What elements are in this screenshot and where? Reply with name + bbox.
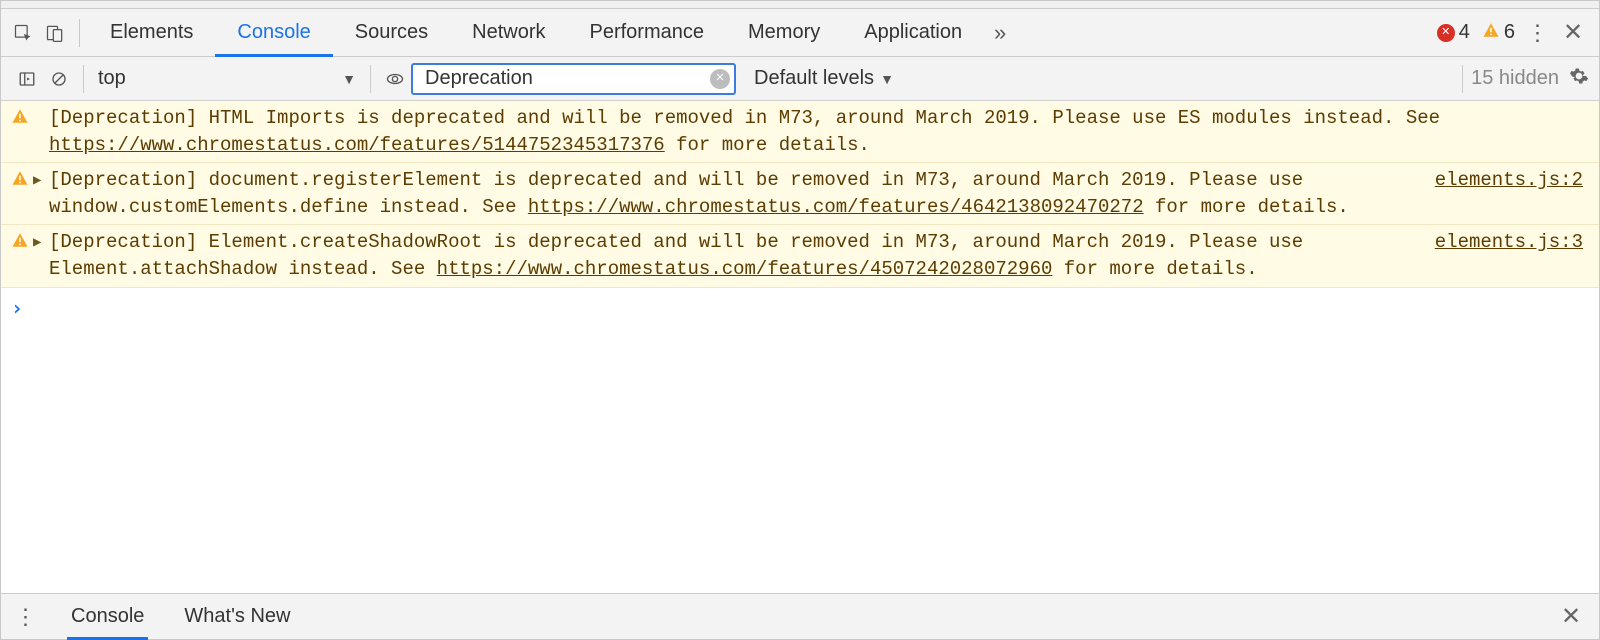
tab-sources[interactable]: Sources [333, 9, 450, 56]
console-filter-input[interactable] [411, 63, 736, 95]
tab-console[interactable]: Console [215, 9, 332, 56]
console-settings-icon[interactable] [1569, 66, 1589, 91]
inspect-element-icon[interactable] [7, 17, 39, 49]
message-source-link[interactable]: elements.js:2 [1435, 167, 1583, 194]
message-text: elements.js:2[Deprecation] document.regi… [49, 167, 1583, 220]
clear-filter-icon[interactable] [710, 69, 730, 89]
drawer-tab-console[interactable]: Console [51, 594, 164, 639]
message-source-link[interactable]: elements.js:3 [1435, 229, 1583, 256]
window-top-gap [1, 1, 1599, 9]
message-url-link[interactable]: https://www.chromestatus.com/features/51… [49, 134, 665, 156]
toggle-console-sidebar-icon[interactable] [11, 63, 43, 95]
log-levels-select[interactable]: Default levels ▼ [754, 67, 894, 90]
error-count-badge[interactable]: 4 [1437, 21, 1470, 44]
drawer-tab-what-s-new[interactable]: What's New [164, 594, 310, 639]
tab-network[interactable]: Network [450, 9, 567, 56]
close-drawer-icon[interactable]: ✕ [1551, 602, 1591, 631]
message-text: [Deprecation] HTML Imports is deprecated… [49, 105, 1583, 158]
chevron-down-icon: ▼ [880, 71, 894, 87]
kebab-menu-icon[interactable]: ⋮ [1521, 20, 1553, 46]
warning-icon [11, 169, 29, 196]
tab-performance[interactable]: Performance [568, 9, 727, 56]
devtools-tabstrip: ElementsConsoleSourcesNetworkPerformance… [1, 9, 1599, 57]
separator [83, 65, 84, 93]
tab-elements[interactable]: Elements [88, 9, 215, 56]
device-toolbar-icon[interactable] [39, 17, 71, 49]
log-levels-label: Default levels [754, 67, 874, 90]
console-message-row: [Deprecation] HTML Imports is deprecated… [1, 101, 1599, 163]
warning-count: 6 [1504, 21, 1515, 44]
separator [1462, 65, 1463, 93]
execution-context-label: top [98, 67, 126, 90]
tab-application[interactable]: Application [842, 9, 984, 56]
warning-icon [11, 231, 29, 258]
separator [79, 19, 80, 47]
chevron-down-icon: ▼ [342, 71, 356, 87]
hidden-messages-label[interactable]: 15 hidden [1471, 67, 1559, 90]
error-count: 4 [1459, 21, 1470, 44]
tab-memory[interactable]: Memory [726, 9, 842, 56]
warning-count-badge[interactable]: 6 [1482, 21, 1515, 45]
panel-tabs: ElementsConsoleSourcesNetworkPerformance… [88, 9, 984, 56]
clear-console-icon[interactable] [43, 63, 75, 95]
tabs-overflow-icon[interactable]: » [984, 17, 1016, 49]
separator [370, 65, 371, 93]
console-message-row: ▶elements.js:3[Deprecation] Element.crea… [1, 225, 1599, 287]
live-expression-icon[interactable] [379, 63, 411, 95]
console-messages: [Deprecation] HTML Imports is deprecated… [1, 101, 1599, 593]
message-url-link[interactable]: https://www.chromestatus.com/features/46… [528, 196, 1144, 218]
filter-text-field[interactable] [423, 66, 710, 91]
message-url-link[interactable]: https://www.chromestatus.com/features/45… [437, 258, 1053, 280]
disclosure-triangle-icon[interactable]: ▶ [33, 231, 45, 254]
drawer-kebab-menu-icon[interactable]: ⋮ [9, 604, 41, 630]
message-text: elements.js:3[Deprecation] Element.creat… [49, 229, 1583, 282]
console-prompt[interactable]: › [1, 288, 1599, 328]
console-toolbar: top ▼ Default levels ▼ 15 hidden [1, 57, 1599, 101]
warning-icon [11, 107, 29, 134]
disclosure-triangle-icon[interactable]: ▶ [33, 169, 45, 192]
execution-context-select[interactable]: top ▼ [92, 67, 362, 90]
close-devtools-icon[interactable]: ✕ [1553, 18, 1593, 47]
console-message-row: ▶elements.js:2[Deprecation] document.reg… [1, 163, 1599, 225]
error-icon [1437, 24, 1455, 42]
drawer-tabstrip: ⋮ ConsoleWhat's New ✕ [1, 593, 1599, 639]
warning-icon [1482, 21, 1500, 45]
